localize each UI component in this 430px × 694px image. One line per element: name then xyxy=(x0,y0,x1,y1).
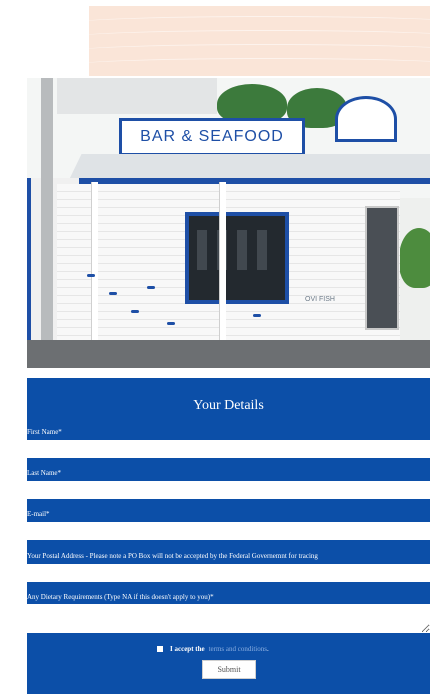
restaurant-sign: BAR & SEAFOOD xyxy=(119,118,305,156)
email-input[interactable] xyxy=(27,522,430,540)
postal-address-label: Your Postal Address - Please note a PO B… xyxy=(27,552,318,560)
wall-logo: OVI FISH xyxy=(305,296,335,303)
restaurant-photo: BAR & SEAFOOD OVI FISH xyxy=(27,78,430,368)
dietary-label: Any Dietary Requirements (Type NA if thi… xyxy=(27,593,214,601)
accept-checkbox[interactable] xyxy=(157,646,163,652)
last-name-label: Last Name* xyxy=(27,469,62,477)
postal-address-input[interactable] xyxy=(27,564,430,582)
accept-suffix: . xyxy=(266,645,269,653)
email-label: E-mail* xyxy=(27,510,50,518)
submit-button[interactable]: Submit xyxy=(202,660,256,679)
dietary-textarea[interactable] xyxy=(27,604,430,633)
first-name-input[interactable] xyxy=(27,440,430,458)
last-name-input[interactable] xyxy=(27,481,430,499)
first-name-label: First Name* xyxy=(27,428,62,436)
terms-row: I accept the terms and conditions. xyxy=(157,645,269,653)
terms-link[interactable]: terms and conditions xyxy=(209,645,267,653)
decorative-banner xyxy=(89,6,430,76)
logo-sign xyxy=(335,96,397,142)
form-title: Your Details xyxy=(193,398,264,413)
accept-text: I accept the xyxy=(170,645,205,653)
details-form: Your Details First Name* Last Name* E-ma… xyxy=(27,378,430,694)
